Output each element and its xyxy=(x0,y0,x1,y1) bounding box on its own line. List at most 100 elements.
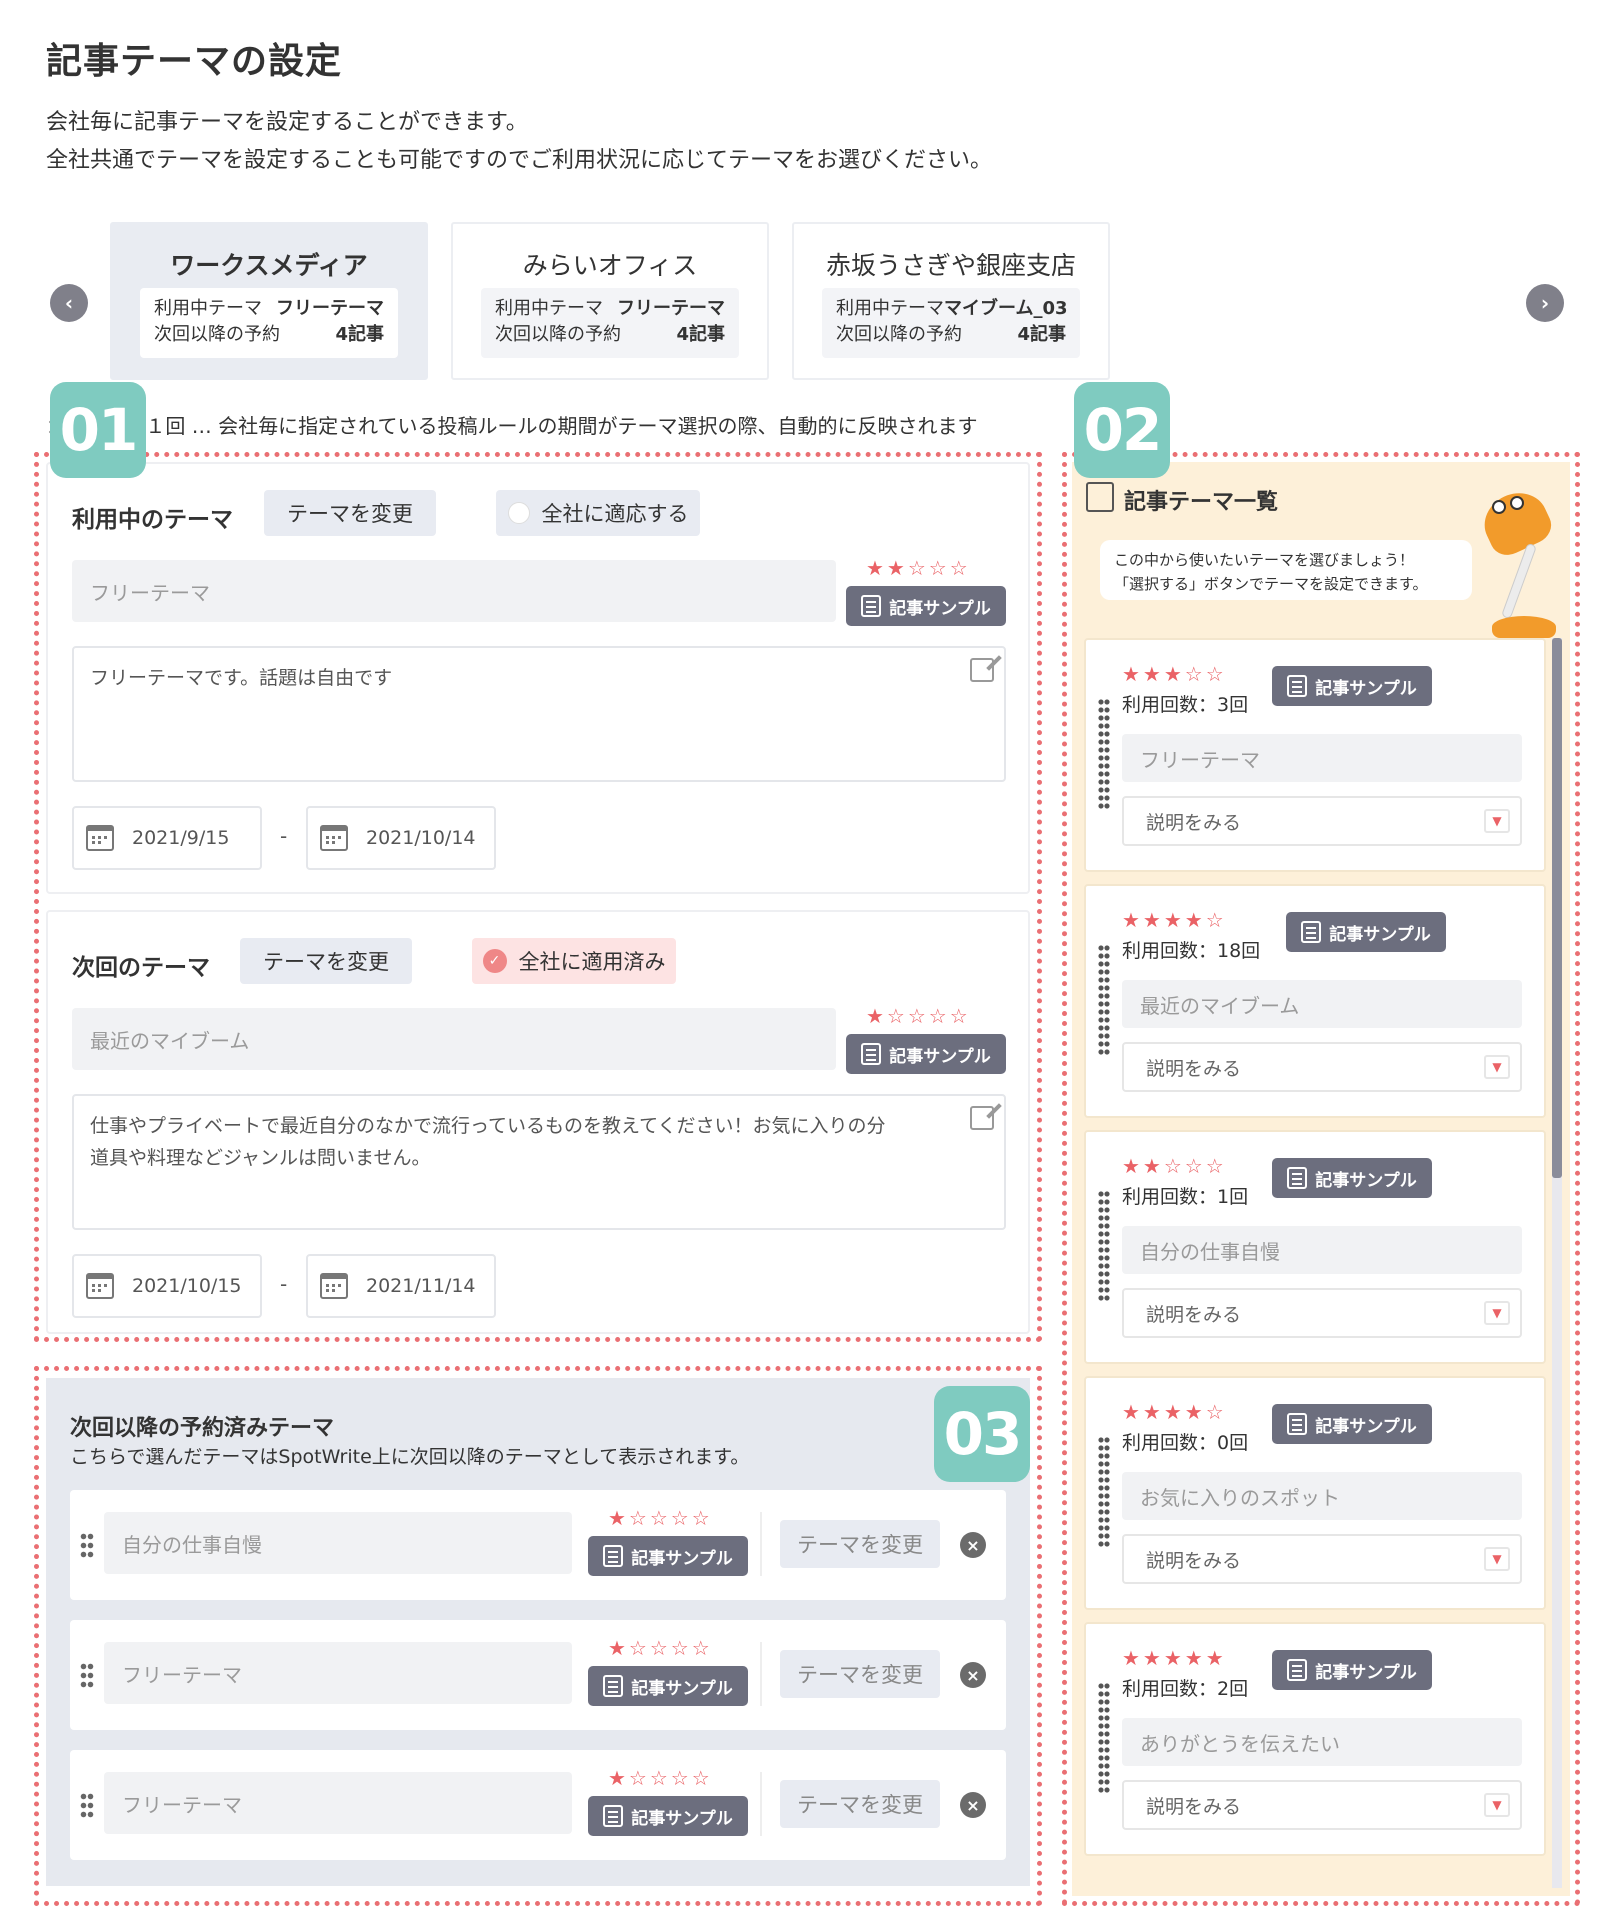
sample-label: 記事サンプル xyxy=(631,1808,733,1829)
detail-label: 説明をみる xyxy=(1146,1795,1242,1818)
reserved-theme-name: 自分の仕事自慢 xyxy=(104,1512,572,1574)
page-description-line-2: 全社共通でテーマを設定することも可能ですのでご利用状況に応じてテーマをお選びくだ… xyxy=(46,148,993,173)
hint-bubble: この中から使いたいテーマを選びましょう！ 「選択する」ボタンでテーマを設定できま… xyxy=(1100,540,1472,600)
detail-label: 説明をみる xyxy=(1146,1549,1242,1572)
reserve-value: 4記事 xyxy=(1017,324,1066,345)
applied-all-badge: ✓ 全社に適用済み xyxy=(472,938,676,984)
drag-handle-icon[interactable] xyxy=(80,1532,94,1558)
drag-handle-icon[interactable] xyxy=(1098,1682,1110,1794)
article-sample-button[interactable]: 記事サンプル xyxy=(846,586,1006,626)
date-separator: - xyxy=(280,1272,288,1296)
drag-handle-icon[interactable] xyxy=(1098,698,1110,810)
document-icon xyxy=(1287,1167,1308,1189)
using-label: 利用中テーマ xyxy=(495,298,603,319)
apply-all-toggle[interactable]: 全社に適応する xyxy=(496,490,700,536)
company-card-1[interactable]: みらいオフィス 利用中テーマ フリーテーマ 次回以降の予約 4記事 xyxy=(451,222,769,380)
article-sample-button[interactable]: 記事サンプル xyxy=(588,1536,748,1576)
chevron-down-icon: ▼ xyxy=(1484,1547,1510,1571)
sample-label: 記事サンプル xyxy=(1329,924,1431,945)
article-sample-button[interactable]: 記事サンプル xyxy=(1286,912,1446,952)
show-description-dropdown[interactable]: 説明をみる ▼ xyxy=(1122,1534,1522,1584)
hint-line-2: 「選択する」ボタンでテーマを設定できます。 xyxy=(1114,575,1428,593)
usage-count: 利用回数：18回 xyxy=(1122,940,1261,962)
drag-handle-icon[interactable] xyxy=(1098,1436,1110,1548)
company-card-0[interactable]: ワークスメディア 利用中テーマ フリーテーマ 次回以降の予約 4記事 xyxy=(110,222,428,380)
section-badge-02: 02 xyxy=(1074,382,1170,478)
change-theme-button[interactable]: テーマを変更 xyxy=(780,1520,940,1568)
drag-handle-icon[interactable] xyxy=(80,1662,94,1688)
drag-handle-icon[interactable] xyxy=(1098,944,1110,1056)
using-label: 利用中テーマ xyxy=(836,298,944,319)
chevron-left-icon[interactable]: ‹ xyxy=(50,284,88,322)
company-info: 利用中テーマ フリーテーマ 次回以降の予約 4記事 xyxy=(140,288,398,358)
change-theme-button[interactable]: テーマを変更 xyxy=(780,1780,940,1828)
theme-list-title: 記事テーマ一覧 xyxy=(1124,490,1279,515)
usage-count: 利用回数：2回 xyxy=(1122,1678,1249,1700)
next-theme-name: 最近のマイブーム xyxy=(72,1008,836,1070)
company-name: ワークスメディア xyxy=(170,251,368,280)
rating-stars: ★★★★★ xyxy=(1122,1646,1227,1670)
chevron-right-icon[interactable]: › xyxy=(1526,284,1564,322)
hint-line-1: この中から使いたいテーマを選びましょう！ xyxy=(1114,551,1415,569)
article-sample-button[interactable]: 記事サンプル xyxy=(1272,666,1432,706)
show-description-dropdown[interactable]: 説明をみる ▼ xyxy=(1122,796,1522,846)
document-icon xyxy=(1301,921,1322,943)
rating-stars: ★☆☆☆☆ xyxy=(608,1636,713,1660)
article-sample-button[interactable]: 記事サンプル xyxy=(1272,1650,1432,1690)
divider xyxy=(760,1642,762,1706)
close-icon[interactable]: × xyxy=(960,1662,986,1688)
document-icon xyxy=(603,1545,624,1567)
using-value: マイブーム_03 xyxy=(944,298,1068,319)
close-icon[interactable]: × xyxy=(960,1792,986,1818)
start-date-field[interactable]: 2021/9/15 xyxy=(72,806,262,870)
sample-label: 記事サンプル xyxy=(889,1046,991,1067)
reserved-row: フリーテーマ ★☆☆☆☆ 記事サンプル テーマを変更 × xyxy=(70,1750,1006,1860)
next-theme-description[interactable]: 仕事やプライベートで最近自分のなかで流行っているものを教えてください！お気に入り… xyxy=(72,1094,1006,1230)
edit-icon[interactable] xyxy=(970,658,994,682)
reserved-theme-name: フリーテーマ xyxy=(104,1642,572,1704)
lamp-eye xyxy=(1510,496,1524,510)
sample-label: 記事サンプル xyxy=(1315,1170,1417,1191)
reserve-label: 次回以降の予約 xyxy=(495,324,621,345)
article-sample-button[interactable]: 記事サンプル xyxy=(1272,1404,1432,1444)
scrollbar-thumb[interactable] xyxy=(1552,638,1562,1178)
current-theme-name: フリーテーマ xyxy=(72,560,836,622)
article-sample-button[interactable]: 記事サンプル xyxy=(588,1796,748,1836)
theme-card: ★★★★☆ 利用回数：18回 記事サンプル 最近のマイブーム 説明をみる ▼ xyxy=(1084,884,1546,1118)
drag-handle-icon[interactable] xyxy=(80,1792,94,1818)
close-icon[interactable]: × xyxy=(960,1532,986,1558)
rating-stars: ★★★☆☆ xyxy=(1122,662,1227,686)
page-title: 記事テーマの設定 xyxy=(46,41,343,82)
applied-label: 全社に適用済み xyxy=(518,950,666,974)
end-date-field[interactable]: 2021/11/14 xyxy=(306,1254,496,1318)
end-date-text: 2021/10/14 xyxy=(366,827,476,849)
show-description-dropdown[interactable]: 説明をみる ▼ xyxy=(1122,1042,1522,1092)
chevron-down-icon: ▼ xyxy=(1484,1793,1510,1817)
edit-icon[interactable] xyxy=(970,1106,994,1130)
reserve-value: 4記事 xyxy=(335,324,384,345)
change-theme-button[interactable]: テーマを変更 xyxy=(240,938,412,984)
article-sample-button[interactable]: 記事サンプル xyxy=(1272,1158,1432,1198)
reserved-row: フリーテーマ ★☆☆☆☆ 記事サンプル テーマを変更 × xyxy=(70,1620,1006,1730)
sample-label: 記事サンプル xyxy=(1315,1662,1417,1683)
next-theme-title: 次回のテーマ xyxy=(72,955,210,981)
company-card-2[interactable]: 赤坂うさぎや銀座支店 利用中テーマ マイブーム_03 次回以降の予約 4記事 xyxy=(792,222,1110,380)
current-theme-description[interactable]: フリーテーマです。話題は自由です xyxy=(72,646,1006,782)
memo-icon xyxy=(1086,482,1114,512)
article-sample-button[interactable]: 記事サンプル xyxy=(588,1666,748,1706)
theme-card: ★★★☆☆ 利用回数：3回 記事サンプル フリーテーマ 説明をみる ▼ xyxy=(1084,638,1546,872)
document-icon xyxy=(603,1805,624,1827)
show-description-dropdown[interactable]: 説明をみる ▼ xyxy=(1122,1780,1522,1830)
show-description-dropdown[interactable]: 説明をみる ▼ xyxy=(1122,1288,1522,1338)
start-date-field[interactable]: 2021/10/15 xyxy=(72,1254,262,1318)
end-date-text: 2021/11/14 xyxy=(366,1275,476,1297)
lamp-head xyxy=(1475,483,1557,561)
calendar-icon xyxy=(320,1273,348,1299)
end-date-field[interactable]: 2021/10/14 xyxy=(306,806,496,870)
change-theme-button[interactable]: テーマを変更 xyxy=(780,1650,940,1698)
drag-handle-icon[interactable] xyxy=(1098,1190,1110,1302)
article-sample-button[interactable]: 記事サンプル xyxy=(846,1034,1006,1074)
change-theme-button[interactable]: テーマを変更 xyxy=(264,490,436,536)
reserved-themes-panel: 次回以降の予約済みテーマ こちらで選んだテーマはSpotWrite上に次回以降の… xyxy=(46,1378,1030,1886)
theme-name: 自分の仕事自慢 xyxy=(1122,1226,1522,1274)
